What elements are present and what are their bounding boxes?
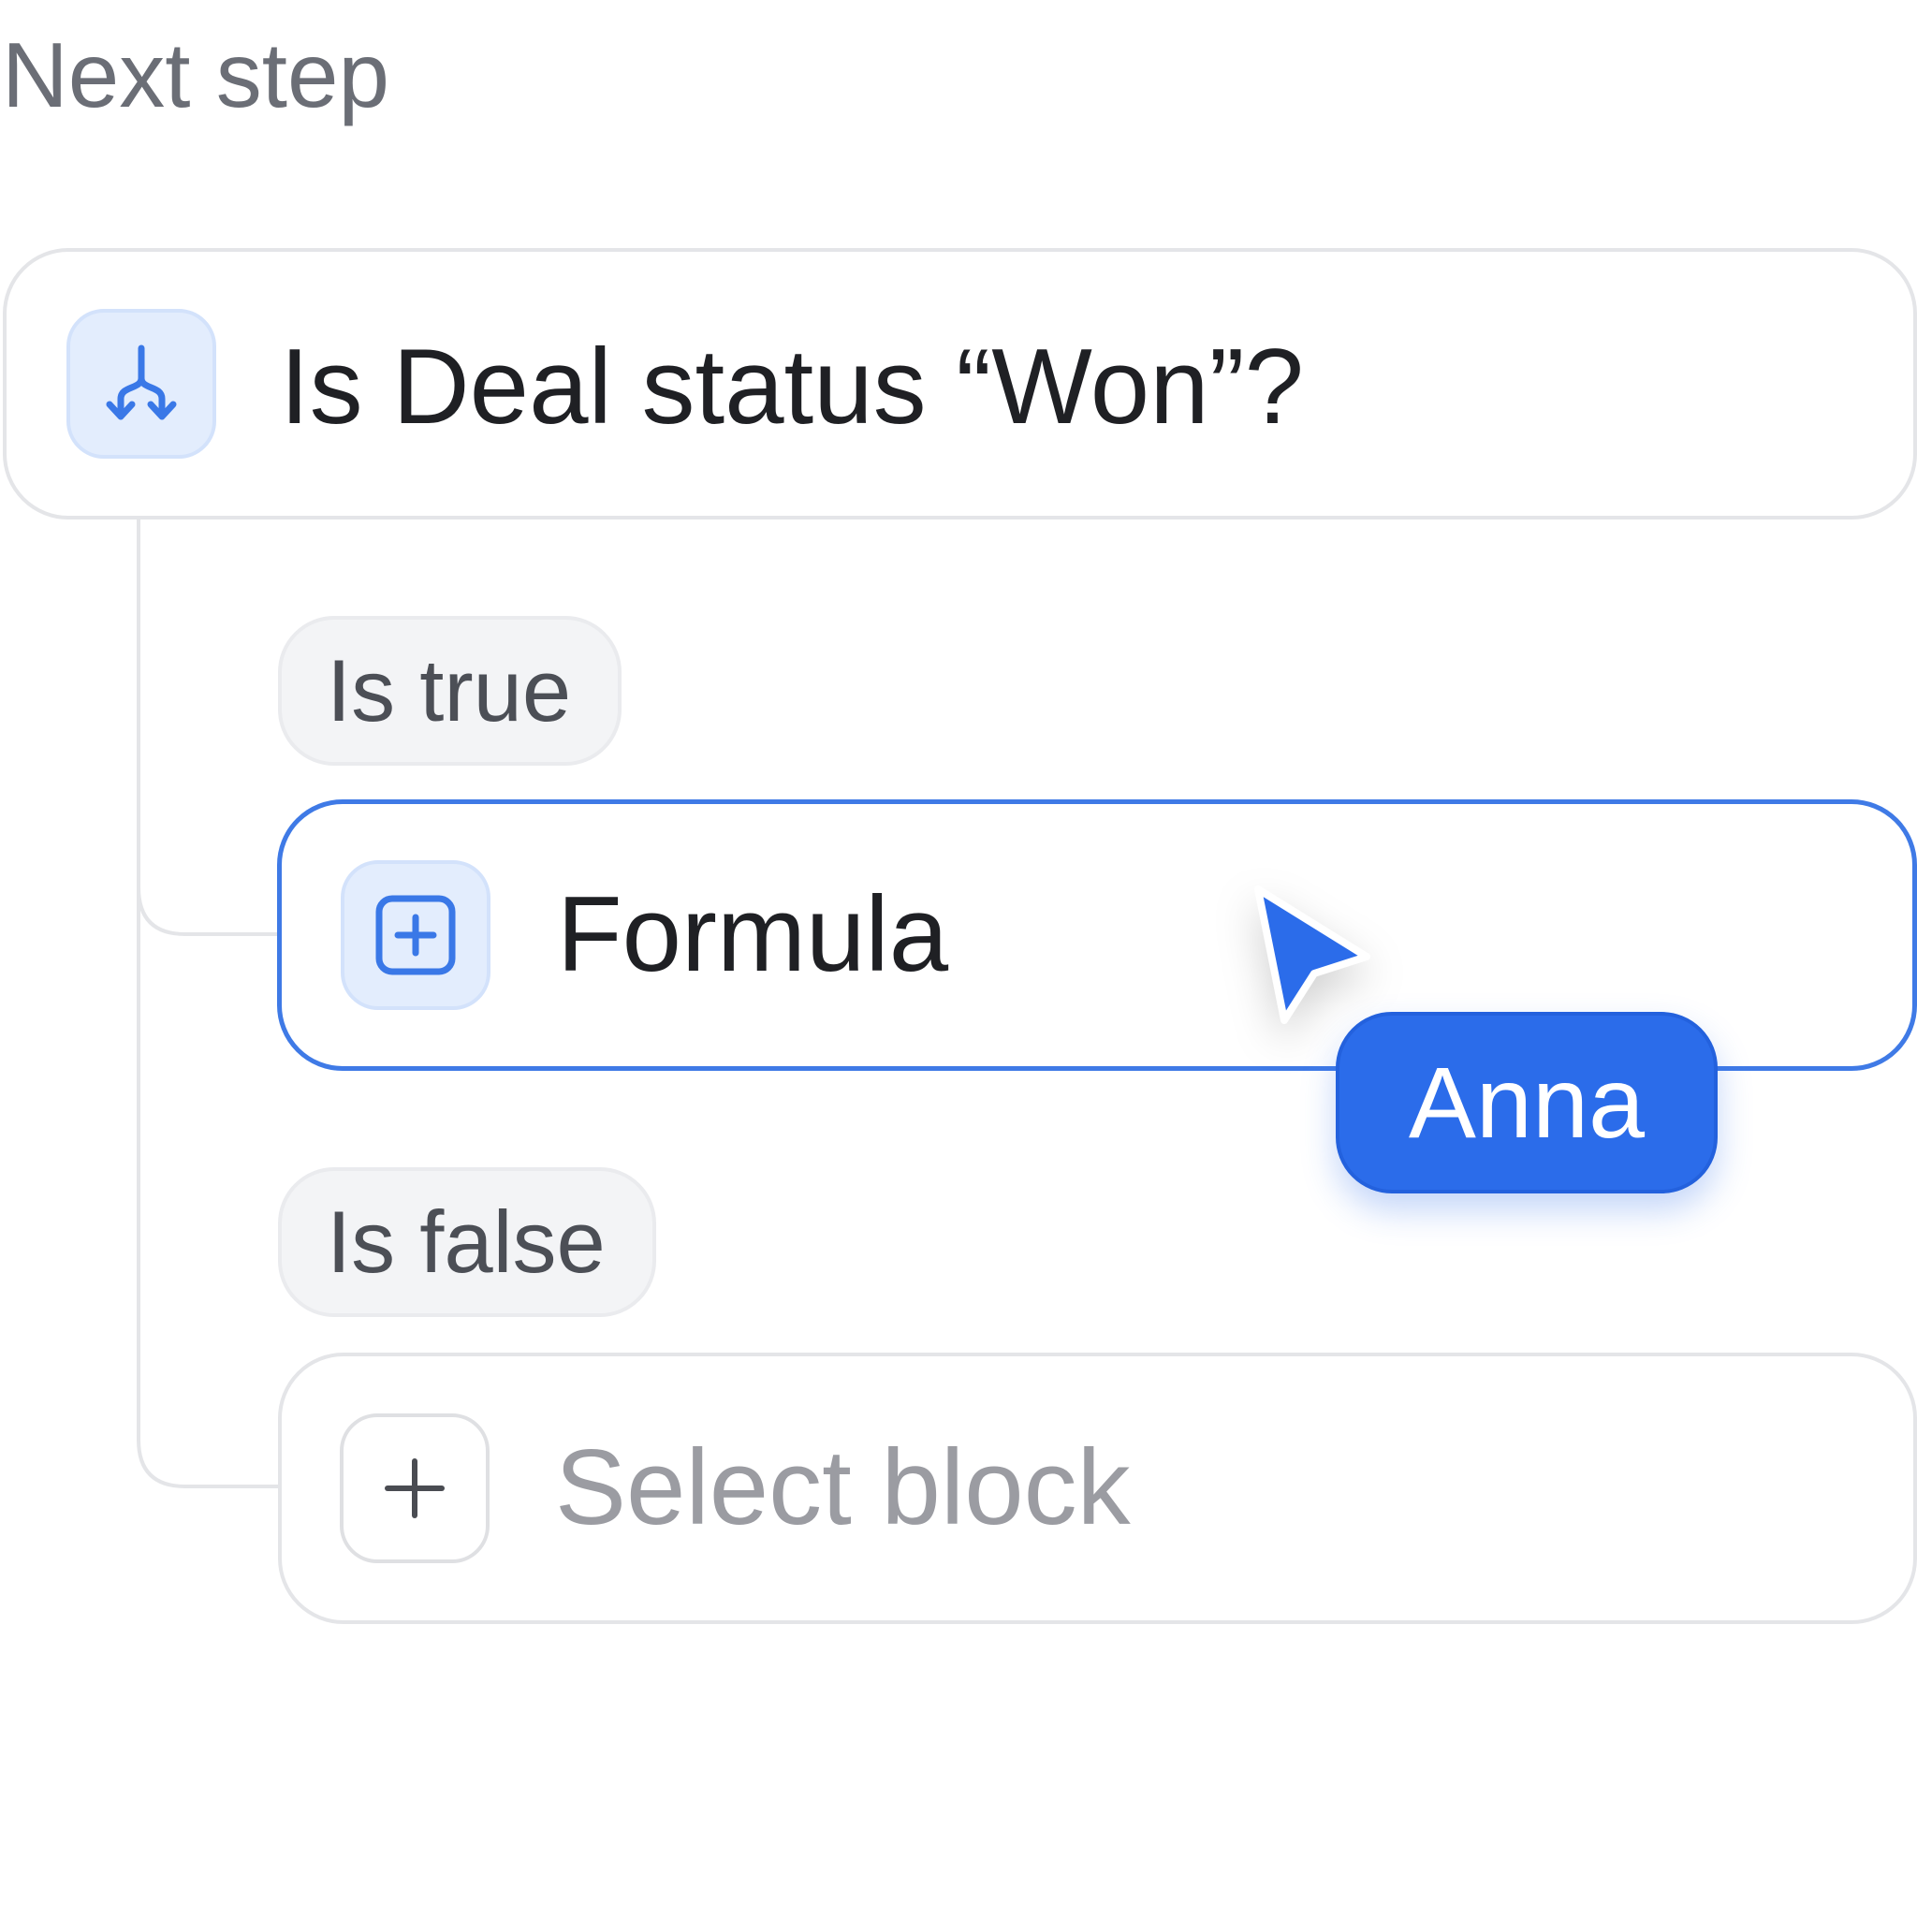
- plus-square-icon: [341, 860, 490, 1010]
- condition-block[interactable]: Is Deal status “Won”?: [3, 248, 1917, 520]
- plus-icon[interactable]: [340, 1413, 490, 1563]
- branch-split-icon: [66, 309, 216, 459]
- section-title: Next step: [2, 23, 389, 126]
- select-block-placeholder[interactable]: Select block: [278, 1353, 1917, 1624]
- cursor-arrow-icon: [1254, 886, 1370, 1024]
- condition-text: Is Deal status “Won”?: [280, 328, 1304, 446]
- collaborator-name-tag: Anna: [1336, 1012, 1718, 1193]
- branch-label-true: Is true: [278, 616, 622, 766]
- select-block-label: Select block: [555, 1428, 1131, 1547]
- branch-label-false: Is false: [278, 1167, 656, 1317]
- formula-label: Formula: [557, 875, 949, 994]
